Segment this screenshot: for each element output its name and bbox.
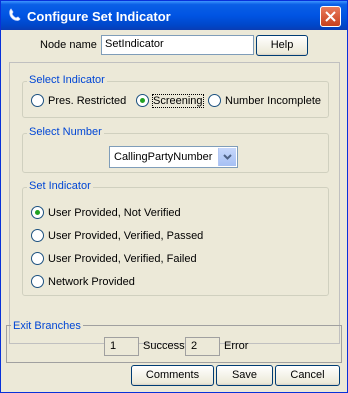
- select-number-group: Select Number CallingPartyNumber: [22, 126, 329, 173]
- help-button[interactable]: Help: [256, 35, 308, 56]
- select-indicator-group: Select Indicator Pres. Restricted Screen…: [22, 74, 329, 118]
- select-indicator-legend: Select Indicator: [27, 74, 107, 86]
- radio-screening[interactable]: Screening: [136, 93, 204, 108]
- radio-label: Pres. Restricted: [48, 94, 127, 107]
- radio-number-incomplete[interactable]: Number Incomplete: [208, 94, 321, 107]
- error-label: Error: [224, 340, 249, 352]
- phone-handset-icon: [7, 7, 23, 23]
- select-number-legend: Select Number: [27, 126, 104, 138]
- radio-user-not-verified[interactable]: User Provided, Not Verified: [31, 206, 181, 219]
- success-branch-number: 1: [104, 337, 139, 356]
- calling-number-dropdown[interactable]: CallingPartyNumber: [109, 146, 238, 168]
- radio-button-selected: [31, 206, 44, 219]
- main-panel: Select Indicator Pres. Restricted Screen…: [9, 62, 340, 344]
- radio-label: Number Incomplete: [225, 94, 321, 107]
- radio-user-verified-failed[interactable]: User Provided, Verified, Failed: [31, 252, 197, 265]
- comments-button[interactable]: Comments: [131, 365, 214, 386]
- dialog-window: Configure Set Indicator Node name SetInd…: [0, 0, 348, 393]
- radio-network-provided[interactable]: Network Provided: [31, 275, 135, 288]
- node-name-label: Node name: [40, 39, 97, 51]
- error-branch-number: 2: [185, 337, 220, 356]
- radio-button: [31, 275, 44, 288]
- exit-branches-panel: Exit Branches 1 Success 2 Error: [6, 320, 342, 363]
- radio-pres-restricted[interactable]: Pres. Restricted: [31, 94, 126, 107]
- dropdown-value: CallingPartyNumber: [114, 151, 213, 163]
- save-button[interactable]: Save: [216, 365, 273, 386]
- radio-label: User Provided, Verified, Passed: [48, 229, 204, 242]
- radio-user-verified-passed[interactable]: User Provided, Verified, Passed: [31, 229, 203, 242]
- chevron-down-icon[interactable]: [218, 148, 236, 166]
- success-label: Success: [143, 340, 185, 352]
- cancel-button[interactable]: Cancel: [275, 365, 340, 386]
- radio-label: User Provided, Not Verified: [48, 206, 181, 219]
- radio-label: User Provided, Verified, Failed: [48, 252, 197, 265]
- set-indicator-legend: Set Indicator: [27, 180, 93, 192]
- radio-button: [208, 94, 221, 107]
- close-button[interactable]: [320, 6, 341, 27]
- radio-label: Screening: [152, 93, 204, 108]
- dialog-content: Node name SetIndicator Help Select Indic…: [4, 30, 344, 391]
- radio-button: [31, 94, 44, 107]
- node-name-value: SetIndicator: [105, 38, 164, 50]
- radio-label: Network Provided: [48, 275, 135, 288]
- radio-button: [31, 229, 44, 242]
- exit-branches-legend: Exit Branches: [11, 320, 83, 332]
- set-indicator-group: Set Indicator User Provided, Not Verifie…: [22, 180, 329, 296]
- node-name-field[interactable]: SetIndicator: [101, 35, 254, 55]
- title-bar[interactable]: Configure Set Indicator: [1, 1, 347, 30]
- window-title: Configure Set Indicator: [27, 9, 171, 24]
- radio-button: [31, 252, 44, 265]
- radio-button-selected: [136, 94, 149, 107]
